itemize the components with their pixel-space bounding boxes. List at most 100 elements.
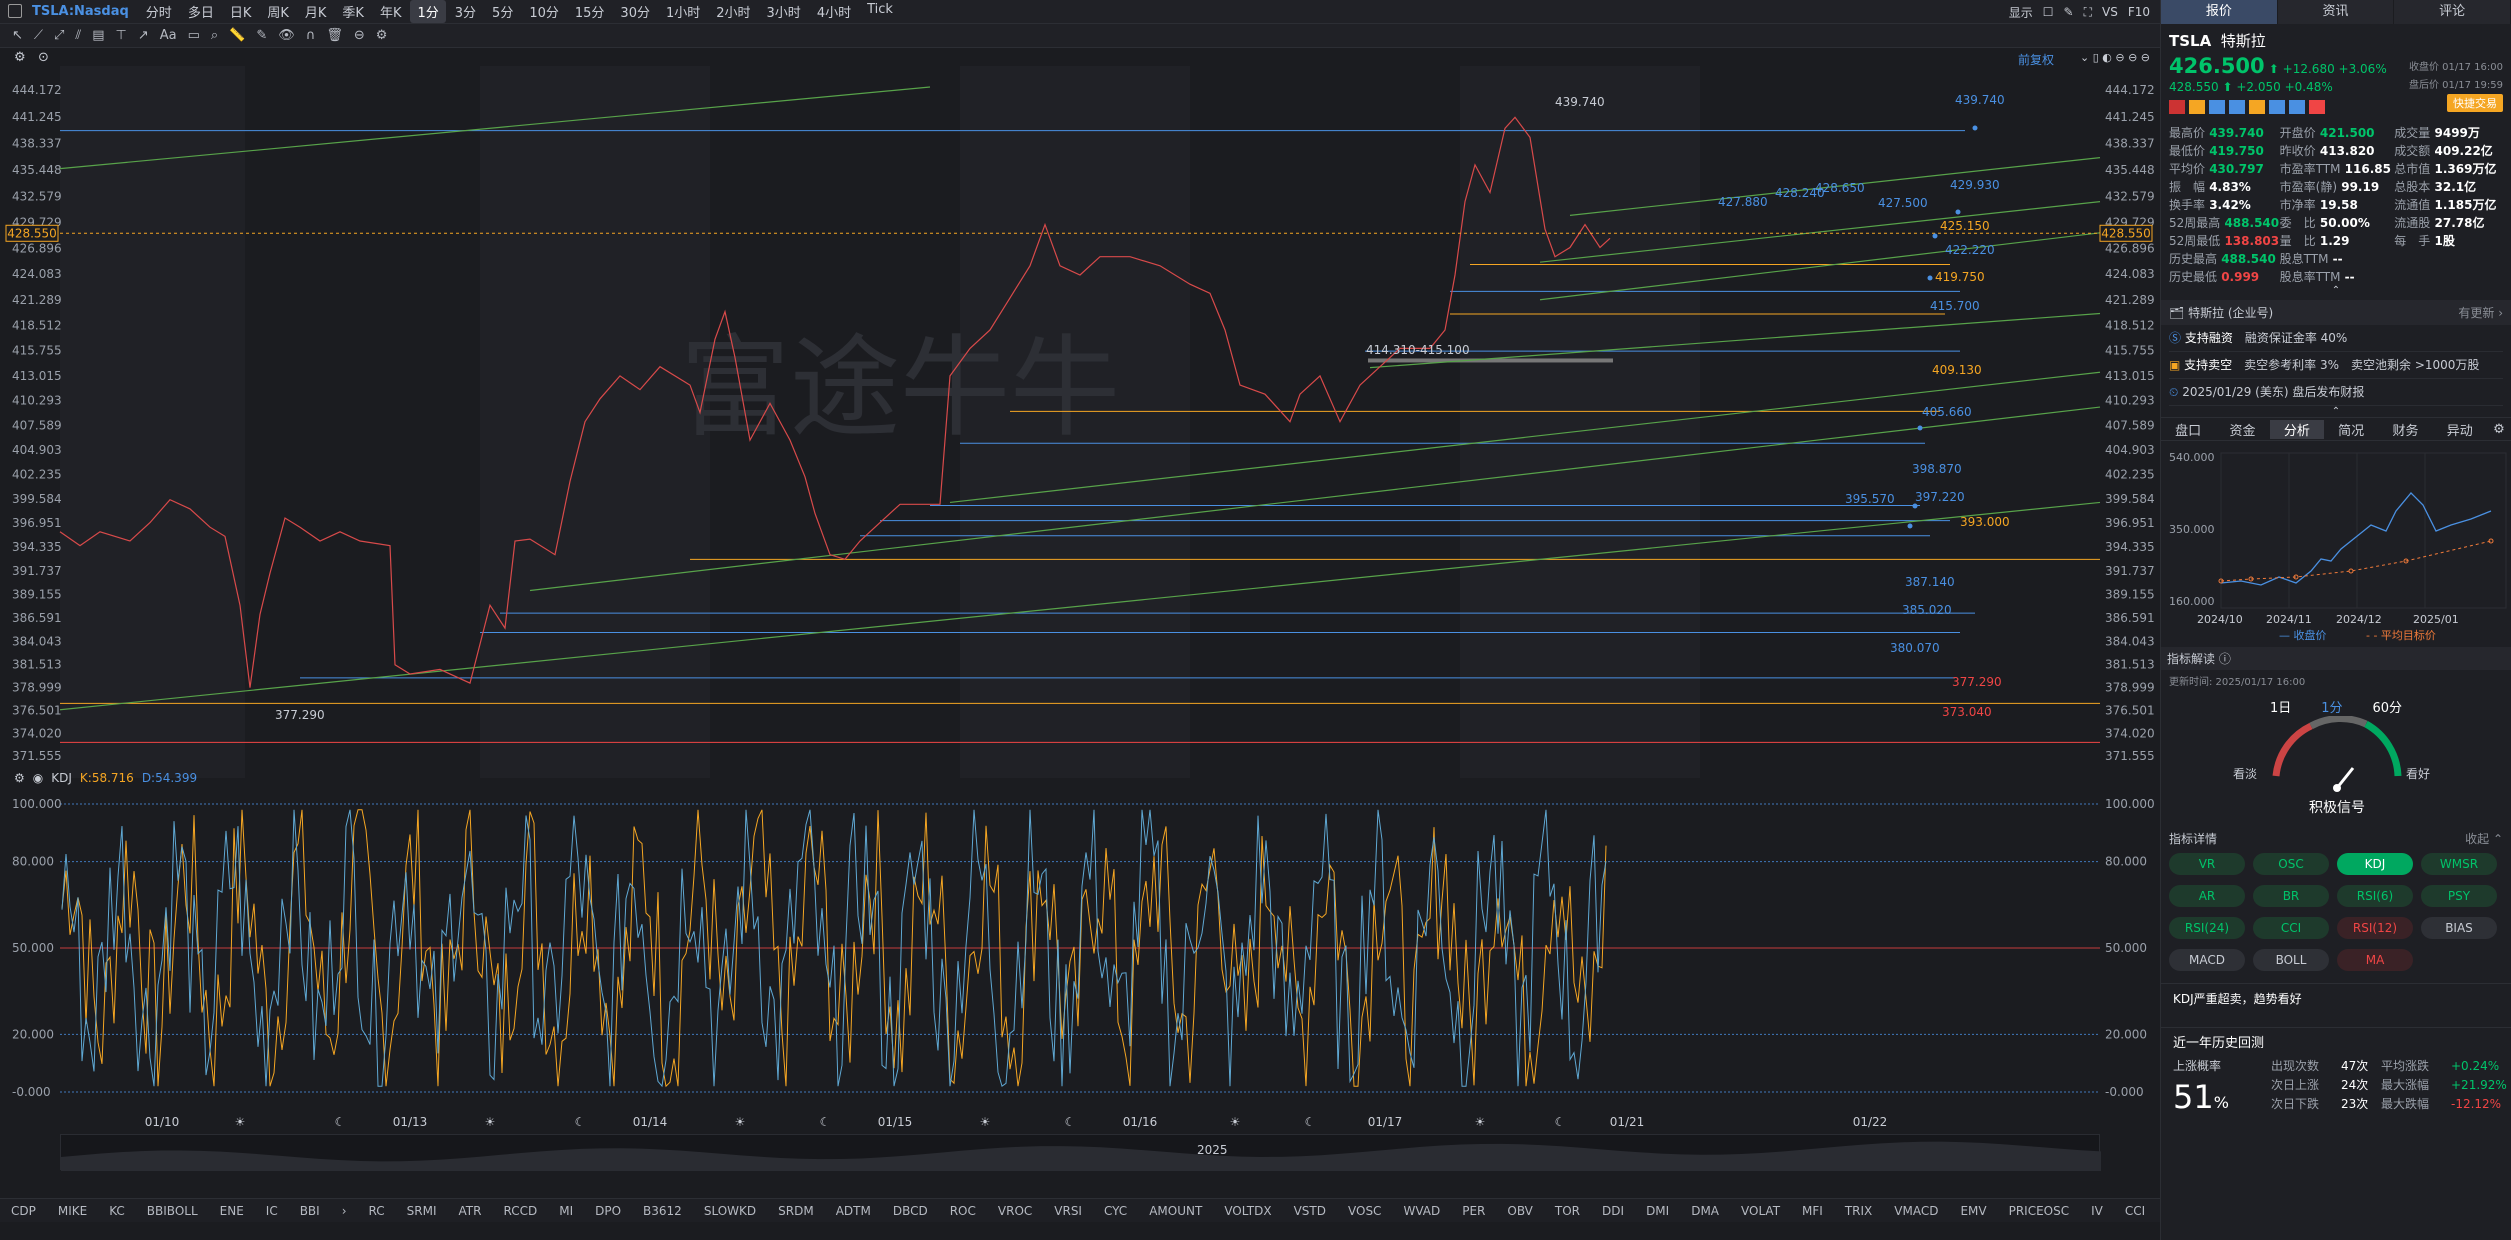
indicator-pill[interactable]: KDJ <box>2337 853 2413 875</box>
indicator-tab[interactable]: VOLAT <box>1730 1204 1791 1218</box>
indicator-tab[interactable]: BBI <box>289 1204 331 1218</box>
indicator-tab[interactable]: VOSC <box>1337 1204 1392 1218</box>
indicator-pill[interactable]: RSI(12) <box>2337 917 2413 939</box>
indicator-pill[interactable]: CCI <box>2253 917 2329 939</box>
indicator-pill[interactable]: MACD <box>2169 949 2245 971</box>
indicator-pill[interactable]: RSI(6) <box>2337 885 2413 907</box>
indicator-tab[interactable]: OBV <box>1496 1204 1544 1218</box>
analysis-subtab[interactable]: 财务 <box>2378 420 2432 439</box>
pen-icon[interactable]: ✎ <box>256 28 267 43</box>
period-tab[interactable]: 年K <box>373 0 409 23</box>
sidebar-toggle-icon[interactable] <box>8 4 22 18</box>
period-tab[interactable]: 10分 <box>522 0 566 23</box>
indicator-tab[interactable]: PRICEOSC <box>1998 1204 2081 1218</box>
lock-icon[interactable]: ⊖ <box>354 28 365 43</box>
info-row[interactable]: ▣ 支持卖空 卖空参考利率 3% 卖空池剩余 >1000万股 <box>2169 352 2503 379</box>
indicator-tab[interactable]: DMA <box>1680 1204 1730 1218</box>
indicator-tab[interactable]: IC <box>255 1204 289 1218</box>
horizon-tab[interactable]: 1日 <box>2270 697 2291 716</box>
heart-icon[interactable] <box>2309 100 2325 114</box>
analysis-subtab[interactable]: 分析 <box>2269 419 2324 439</box>
indicator-tab[interactable]: CCI <box>2114 1204 2156 1218</box>
indicator-tab[interactable]: CDP <box>0 1204 47 1218</box>
chart-header-icons[interactable]: ⌄ ▯ ◐ ⊖ ⊖ ⊖ <box>2080 51 2150 64</box>
indicator-tab[interactable]: MIKE <box>47 1204 98 1218</box>
indicator-tab[interactable]: KC <box>98 1204 136 1218</box>
indicator-tab[interactable]: AMOUNT <box>1138 1204 1213 1218</box>
info-row[interactable]: ⏲ 2025/01/29 (美东) 盘后发布财报 <box>2169 379 2503 406</box>
indicator-tab[interactable]: ATR <box>448 1204 493 1218</box>
indicator-pill[interactable]: AR <box>2169 885 2245 907</box>
analysis-subtab[interactable]: 简况 <box>2324 420 2378 439</box>
indicator-tab[interactable]: RC <box>358 1204 396 1218</box>
rect-tool-icon[interactable]: ▭ <box>188 28 200 43</box>
indicator-tab[interactable]: BBIBOLL <box>136 1204 209 1218</box>
period-tab[interactable]: 4小时 <box>810 0 858 23</box>
indicator-tab[interactable]: RCCD <box>492 1204 548 1218</box>
period-tab[interactable]: 15分 <box>568 0 612 23</box>
arrow-tool-icon[interactable]: ↗ <box>138 28 149 43</box>
period-tab[interactable]: 3分 <box>448 0 483 23</box>
period-tab[interactable]: 2小时 <box>709 0 757 23</box>
indicator-tab[interactable]: VSTD <box>1283 1204 1337 1218</box>
kdj-chart[interactable]: 100.000 100.000 80.000 80.000 50.000 50.000 20… <box>0 790 2160 1116</box>
trash-icon[interactable]: 🗑 <box>326 28 343 43</box>
chart-settings-icon[interactable]: ⚙ <box>14 50 26 65</box>
indicator-tab[interactable]: MI <box>548 1204 584 1218</box>
layout-icon[interactable]: ☐ <box>2043 5 2054 19</box>
indicator-tab[interactable]: WVAD <box>1392 1204 1451 1218</box>
period-tab[interactable]: 周K <box>260 0 296 23</box>
period-tab[interactable]: 5分 <box>485 0 520 23</box>
eye-icon[interactable]: 👁 <box>278 28 295 43</box>
collapse-chevron-icon[interactable]: ⌃ <box>2161 406 2511 417</box>
analysis-subtab[interactable]: 资金 <box>2215 420 2269 439</box>
analysis-subtab[interactable]: 异动 <box>2433 420 2487 439</box>
period-tab[interactable]: 3小时 <box>760 0 808 23</box>
indicator-tab[interactable]: VMACD <box>1883 1204 1949 1218</box>
indicator-tab[interactable]: ROC <box>939 1204 987 1218</box>
panel-tab[interactable]: 报价 <box>2161 0 2278 24</box>
text-tool-icon[interactable]: Aa <box>160 28 177 43</box>
channel-tool-icon[interactable]: ⫽ <box>75 28 81 43</box>
indicator-pill[interactable]: OSC <box>2253 853 2329 875</box>
collapse-chevron-icon[interactable]: ⌃ <box>2161 286 2511 296</box>
indicator-pill[interactable]: MA <box>2337 949 2413 971</box>
indicator-tab[interactable]: PER <box>1451 1204 1496 1218</box>
period-tab[interactable]: 季K <box>335 0 371 23</box>
indicator-tab[interactable]: EMV <box>1949 1204 1997 1218</box>
search-icon[interactable]: ⌕ <box>211 28 218 43</box>
horizon-tab[interactable]: 1分 <box>2321 697 2342 716</box>
gear-icon[interactable]: ⚙ <box>376 28 388 43</box>
cursor-icon[interactable]: ↖ <box>12 28 23 43</box>
indicator-tab[interactable]: CYC <box>1093 1204 1138 1218</box>
quick-trade-button[interactable]: 快捷交易 <box>2447 94 2503 112</box>
symbol-label[interactable]: TSLA:Nasdaq <box>32 4 129 19</box>
indicator-tab[interactable]: DPO <box>584 1204 632 1218</box>
price-chart[interactable]: 富途牛牛 444.172 444.172 441.245 441.245 438.337 4… <box>0 66 2160 778</box>
indicator-tab[interactable]: SLOWKD <box>693 1204 767 1218</box>
indicator-tab[interactable]: DDI <box>1591 1204 1635 1218</box>
fullscreen-icon[interactable]: ⛶ <box>2084 5 2092 20</box>
chart-reset-icon[interactable]: ⊙ <box>38 50 49 65</box>
indicator-tab[interactable]: VOLTDX <box>1213 1204 1282 1218</box>
fib-tool-icon[interactable]: ▤ <box>92 28 104 43</box>
period-tab[interactable]: 月K <box>298 0 334 23</box>
kdj-settings-icon[interactable]: ⚙ <box>14 771 25 785</box>
indicator-tab[interactable]: VRSI <box>1043 1204 1093 1218</box>
overview-navigator[interactable]: 2025 <box>60 1134 2101 1171</box>
indicator-pill[interactable]: BR <box>2253 885 2329 907</box>
trend-tool-icon[interactable]: ⤢ <box>54 28 64 43</box>
indicator-pill[interactable]: WMSR <box>2421 853 2497 875</box>
company-row[interactable]: 🗂 特斯拉 (企业号) 有更新 › <box>2161 300 2511 325</box>
magnet-icon[interactable]: ∩ <box>306 28 316 43</box>
indicator-tab[interactable]: B3612 <box>632 1204 693 1218</box>
panel-tab[interactable]: 评论 <box>2394 0 2511 24</box>
analysis-subtab[interactable]: 盘口 <box>2161 420 2215 439</box>
indicator-tab[interactable]: DBCD <box>882 1204 939 1218</box>
horizon-tab[interactable]: 60分 <box>2373 697 2403 716</box>
collapse-link[interactable]: 收起 <box>2465 832 2489 846</box>
indicator-tab[interactable]: DMI <box>1635 1204 1680 1218</box>
measure-tool-icon[interactable]: ⊤ <box>116 28 127 43</box>
period-tab[interactable]: 日K <box>223 0 259 23</box>
indicator-pill[interactable]: PSY <box>2421 885 2497 907</box>
